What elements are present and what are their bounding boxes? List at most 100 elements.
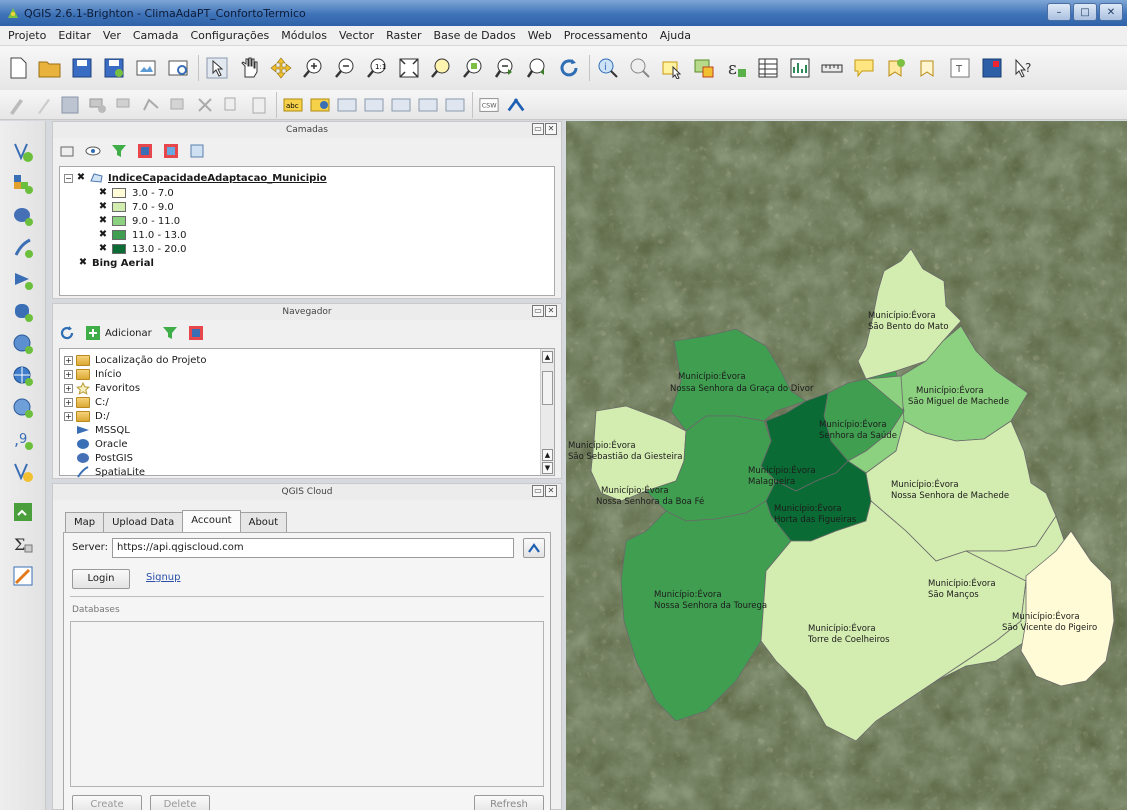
new-project-icon[interactable]	[6, 56, 30, 80]
legend-class-row[interactable]: ✖ 9.0 - 11.0	[98, 214, 180, 228]
class-visibility-checkbox[interactable]: ✖	[98, 202, 108, 212]
menu-camada[interactable]: Camada	[127, 29, 185, 42]
change-label-icon[interactable]	[445, 95, 465, 115]
filter-browser-icon[interactable]	[162, 325, 178, 341]
new-bookmark-icon[interactable]	[884, 56, 908, 80]
login-button[interactable]: Login	[72, 569, 130, 589]
current-edits-icon[interactable]	[6, 95, 26, 115]
qgis-cloud-icon[interactable]	[506, 95, 526, 115]
legend-class-row[interactable]: ✖ 13.0 - 20.0	[98, 242, 187, 256]
zoom-to-selection-icon[interactable]	[429, 56, 453, 80]
float-panel-icon[interactable]: ▭	[532, 305, 544, 317]
zoom-out-icon[interactable]	[333, 56, 357, 80]
pan-to-selection-icon[interactable]	[269, 56, 293, 80]
remove-layer-icon[interactable]	[189, 143, 205, 159]
zoom-in-icon[interactable]	[301, 56, 325, 80]
add-raster-layer-icon[interactable]	[12, 173, 34, 195]
pan-map-icon[interactable]	[237, 56, 261, 80]
measure-line-icon[interactable]	[820, 56, 844, 80]
identify-features-icon[interactable]: i	[596, 56, 620, 80]
tab-about[interactable]: About	[239, 512, 288, 532]
csw-search-icon[interactable]: CSW	[479, 95, 499, 115]
move-feature-icon[interactable]	[114, 95, 134, 115]
move-label-icon[interactable]	[391, 95, 411, 115]
menu-modulos[interactable]: Módulos	[275, 29, 333, 42]
rotate-label-icon[interactable]	[418, 95, 438, 115]
class-visibility-checkbox[interactable]: ✖	[98, 244, 108, 254]
map-tips-icon[interactable]	[852, 56, 876, 80]
legend-class-row[interactable]: ✖ 7.0 - 9.0	[98, 200, 174, 214]
menu-base-de-dados[interactable]: Base de Dados	[428, 29, 522, 42]
python-console-icon[interactable]	[12, 501, 34, 523]
add-delimited-text-icon[interactable]: ,9	[12, 429, 34, 451]
open-attribute-table-icon[interactable]	[756, 56, 780, 80]
paste-features-icon[interactable]	[249, 95, 269, 115]
qgis-cloud-plugin-icon[interactable]	[980, 56, 1004, 80]
new-print-composer-icon[interactable]	[134, 56, 158, 80]
create-database-button[interactable]: Create	[72, 795, 142, 810]
composer-manager-icon[interactable]	[166, 56, 190, 80]
zoom-next-icon[interactable]	[525, 56, 549, 80]
browser-item[interactable]: MSSQL	[76, 423, 130, 437]
save-project-icon[interactable]	[70, 56, 94, 80]
menu-processamento[interactable]: Processamento	[558, 29, 654, 42]
refresh-icon[interactable]	[59, 325, 75, 341]
layer-labeling-icon[interactable]: abc	[283, 95, 303, 115]
expand-icon[interactable]: +	[64, 411, 73, 421]
close-panel-icon[interactable]: ✕	[545, 123, 557, 135]
menu-raster[interactable]: Raster	[380, 29, 427, 42]
zoom-to-layer-icon[interactable]	[461, 56, 485, 80]
scroll-up-arrow[interactable]: ▲	[542, 351, 553, 363]
copy-features-icon[interactable]	[222, 95, 242, 115]
node-tool-icon[interactable]	[141, 95, 161, 115]
float-panel-icon[interactable]: ▭	[532, 485, 544, 497]
menu-vector[interactable]: Vector	[333, 29, 380, 42]
add-group-icon[interactable]	[59, 143, 75, 159]
close-panel-icon[interactable]: ✕	[545, 485, 557, 497]
toggle-editing-icon[interactable]	[33, 95, 53, 115]
class-visibility-checkbox[interactable]: ✖	[98, 216, 108, 226]
collapse-all-icon[interactable]	[188, 325, 204, 341]
save-as-icon[interactable]	[102, 56, 126, 80]
pin-labels-icon[interactable]	[337, 95, 357, 115]
browser-item[interactable]: + Início	[64, 367, 121, 381]
tab-upload-data[interactable]: Upload Data	[103, 512, 184, 532]
qgis-cloud-connect-button[interactable]	[523, 538, 545, 558]
browser-item[interactable]: + D:/	[64, 409, 109, 423]
browser-item[interactable]: + Localização do Projeto	[64, 353, 206, 367]
class-visibility-checkbox[interactable]: ✖	[98, 188, 108, 198]
expand-icon[interactable]: +	[64, 369, 73, 379]
cut-features-icon[interactable]	[195, 95, 215, 115]
add-feature-icon[interactable]	[87, 95, 107, 115]
menu-web[interactable]: Web	[522, 29, 558, 42]
expand-all-icon[interactable]	[137, 143, 153, 159]
collapse-icon[interactable]: −	[64, 173, 73, 183]
add-mssql-layer-icon[interactable]	[12, 269, 34, 291]
scroll-thumb[interactable]	[542, 371, 553, 405]
browser-item[interactable]: SpatiaLite	[76, 465, 145, 479]
signup-link[interactable]: Signup	[146, 572, 181, 583]
deselect-features-icon[interactable]	[692, 56, 716, 80]
show-bookmarks-icon[interactable]	[916, 56, 940, 80]
save-layer-edits-icon[interactable]	[60, 95, 80, 115]
collapse-all-icon[interactable]	[163, 143, 179, 159]
run-feature-action-icon[interactable]	[628, 56, 652, 80]
delete-selected-icon[interactable]	[168, 95, 188, 115]
browser-item[interactable]: Oracle	[76, 437, 128, 451]
layer-row[interactable]: ✖ Bing Aerial	[78, 256, 154, 270]
close-panel-icon[interactable]: ✕	[545, 305, 557, 317]
databases-list[interactable]	[70, 621, 544, 787]
minimize-button[interactable]: –	[1047, 3, 1071, 21]
map-canvas[interactable]: Município:Évora São Bento do Mato Municí…	[566, 121, 1127, 810]
browser-item[interactable]: + Favoritos	[64, 381, 140, 395]
add-wcs-layer-icon[interactable]	[12, 365, 34, 387]
browser-item[interactable]: PostGIS	[76, 451, 133, 465]
new-shapefile-layer-icon[interactable]	[12, 461, 34, 483]
layer-row[interactable]: − ✖ IndiceCapacidadeAdaptacao_Municipio	[64, 171, 327, 185]
expand-icon[interactable]: +	[64, 397, 73, 407]
refresh-databases-button[interactable]: Refresh	[474, 795, 544, 810]
tab-map[interactable]: Map	[65, 512, 105, 532]
layer-visibility-checkbox[interactable]: ✖	[78, 258, 88, 268]
maximize-button[interactable]: □	[1073, 3, 1097, 21]
add-wfs-layer-icon[interactable]	[12, 397, 34, 419]
